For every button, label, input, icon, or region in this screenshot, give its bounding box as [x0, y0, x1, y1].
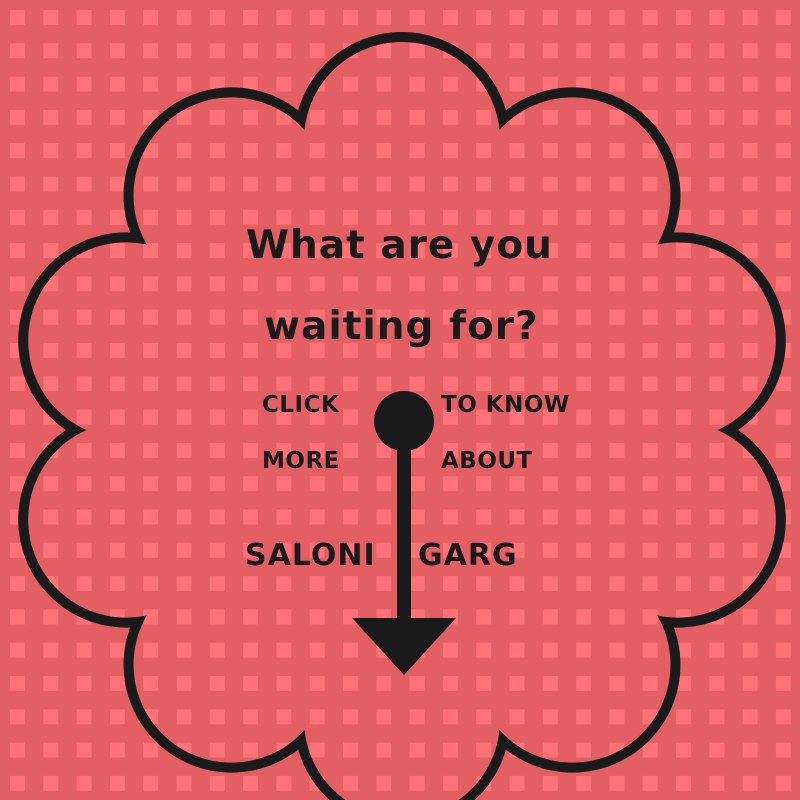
first-name: SALONI: [245, 538, 376, 573]
click-label: CLICK: [262, 392, 340, 418]
headline-line-2: waiting for?: [264, 304, 539, 349]
headline-line-1: What are you: [246, 223, 553, 268]
pin-arrow-down-icon: [352, 391, 456, 675]
graphic-canvas: What are you waiting for? CLICK MORE TO …: [0, 0, 800, 800]
last-name: GARG: [418, 538, 518, 573]
to-know-label: TO KNOW: [441, 392, 570, 418]
more-label: MORE: [262, 448, 340, 474]
about-label: ABOUT: [441, 448, 533, 474]
